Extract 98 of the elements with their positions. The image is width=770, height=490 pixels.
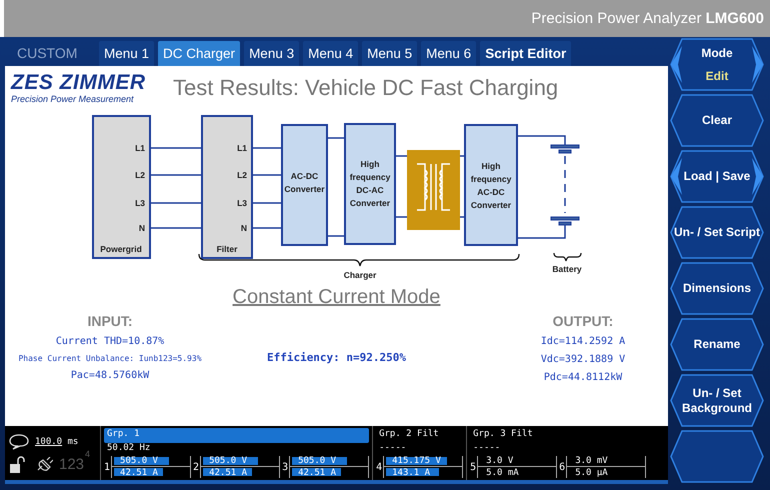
channel-number: 6 [559,462,566,472]
block-label: Converter [470,200,512,210]
digit-label: 4 [85,450,90,459]
current-reading: 42.51 A [209,468,247,478]
menu-tab[interactable]: DC Charger [158,41,240,66]
wire [328,137,344,139]
block-label: High [360,159,380,169]
current-reading: 42.51 A [298,468,336,478]
plug-icon [35,456,53,472]
channel-number: 5 [470,462,476,472]
voltage-reading: 3.0 V [486,456,514,466]
wire [151,174,201,176]
current-reading: 5.0 µA [575,468,608,478]
wire [253,227,281,229]
wire [151,227,201,229]
menu-tab[interactable]: Menu 1 [99,41,154,66]
softkey-button[interactable]: Clear [670,94,764,147]
frequency-reading: ----- [472,443,502,455]
wire [253,147,281,149]
page-title: Test Results: Vehicle DC Fast Charging [173,75,558,101]
output-value: Pdc=44.8112kW [544,372,622,383]
output-value: Vdc=392.1889 V [540,354,626,365]
current-reading: 5.0 mA [486,468,519,478]
channel-number: 1 [104,462,110,472]
wire [328,235,344,237]
phase-label: L2 [135,170,145,180]
phase-label: N [138,223,145,233]
softkey-button[interactable]: Load | Save [670,150,764,203]
input-value: Current THD=10.87% [56,336,164,347]
softkey-button[interactable]: Dimensions [670,262,764,315]
frequency-reading: ----- [378,443,408,455]
battery-icon [550,144,580,226]
wire [151,147,201,149]
transformer-icon [416,163,451,211]
phase-label: L1 [237,143,247,153]
brace-label: Charger [344,270,376,280]
phase-label: N [240,223,247,233]
menu-tab[interactable]: Script Editor [480,41,572,66]
softkey-button[interactable]: Mode Edit [670,38,764,91]
voltage-reading: 505.0 V [120,456,158,466]
softkey-button[interactable]: Un- / Set Script [670,206,764,259]
phase-label: L2 [237,170,247,180]
menu-tab[interactable]: Menu 5 [362,41,418,66]
input-value: Phase Current Unbalance: Iunb123=5.93% [18,354,202,363]
current-reading: 143.1 A [392,468,430,478]
brace-label: Battery [552,264,582,274]
blank-softkey[interactable] [670,430,764,483]
voltage-reading: 3.0 mV [575,456,608,466]
unlock-icon [9,456,27,474]
battery-brace [553,252,582,262]
wire [460,216,464,218]
phase-label: L3 [135,198,145,208]
menu-tab[interactable]: Menu 3 [244,41,300,66]
block-label: AC-DC [477,187,505,197]
channel-number: 3 [282,462,288,472]
mode-title: Constant Current Mode [232,286,442,309]
wire [460,155,464,157]
wire [151,202,201,204]
input-value: Pac=48.5760kW [70,370,150,381]
logo-name: ZES ZIMMER [11,72,146,94]
voltage-reading: 415.175 V [392,456,441,466]
cycle-time: 100.0 ms [35,436,80,446]
channel-number: 2 [193,462,200,472]
voltage-reading: 505.0 V [209,456,247,466]
block-label: AC-DC [290,171,318,181]
group-header[interactable]: Grp. 3 Filt [470,428,646,443]
chat-icon [9,434,29,450]
channel-number: 4 [376,462,382,472]
wire [253,202,281,204]
wire [396,155,407,157]
efficiency-value: Efficiency: n=92.250% [266,350,406,364]
frequency-reading: 50.02 Hz [106,443,152,455]
menu-tab[interactable]: Menu 6 [421,41,476,66]
block-label: High [482,161,500,171]
menu-label: CUSTOM [17,44,78,60]
wire [396,216,407,218]
block-label: Filter [216,244,238,254]
menu-tab[interactable]: Menu 4 [303,41,358,66]
block-label: Converter [284,184,325,194]
softkey-button[interactable]: Rename [670,318,764,371]
softkey-button[interactable]: Un- / Set Background [670,374,764,427]
group-header[interactable]: Grp. 1 [104,428,370,443]
phase-label: L3 [237,198,247,208]
wire [253,174,281,176]
voltage-reading: 505.0 V [298,456,336,466]
logo-tagline: Precision Power Measurement [11,94,135,104]
device-title: Precision Power Analyzer LMG600 [531,10,764,27]
block-label: DC-AC [356,185,384,195]
input-heading: INPUT: [87,313,133,329]
phase-label: L1 [135,143,145,153]
block-label: Powergrid [100,244,142,254]
current-reading: 42.51 A [120,468,158,478]
block-label: frequency [350,172,390,182]
group-header[interactable]: Grp. 2 Filt [376,428,464,443]
output-value: Idc=114.2592 A [540,336,626,347]
block-label: Converter [350,198,390,208]
block-label: frequency [470,174,512,184]
output-heading: OUTPUT: [552,313,614,329]
